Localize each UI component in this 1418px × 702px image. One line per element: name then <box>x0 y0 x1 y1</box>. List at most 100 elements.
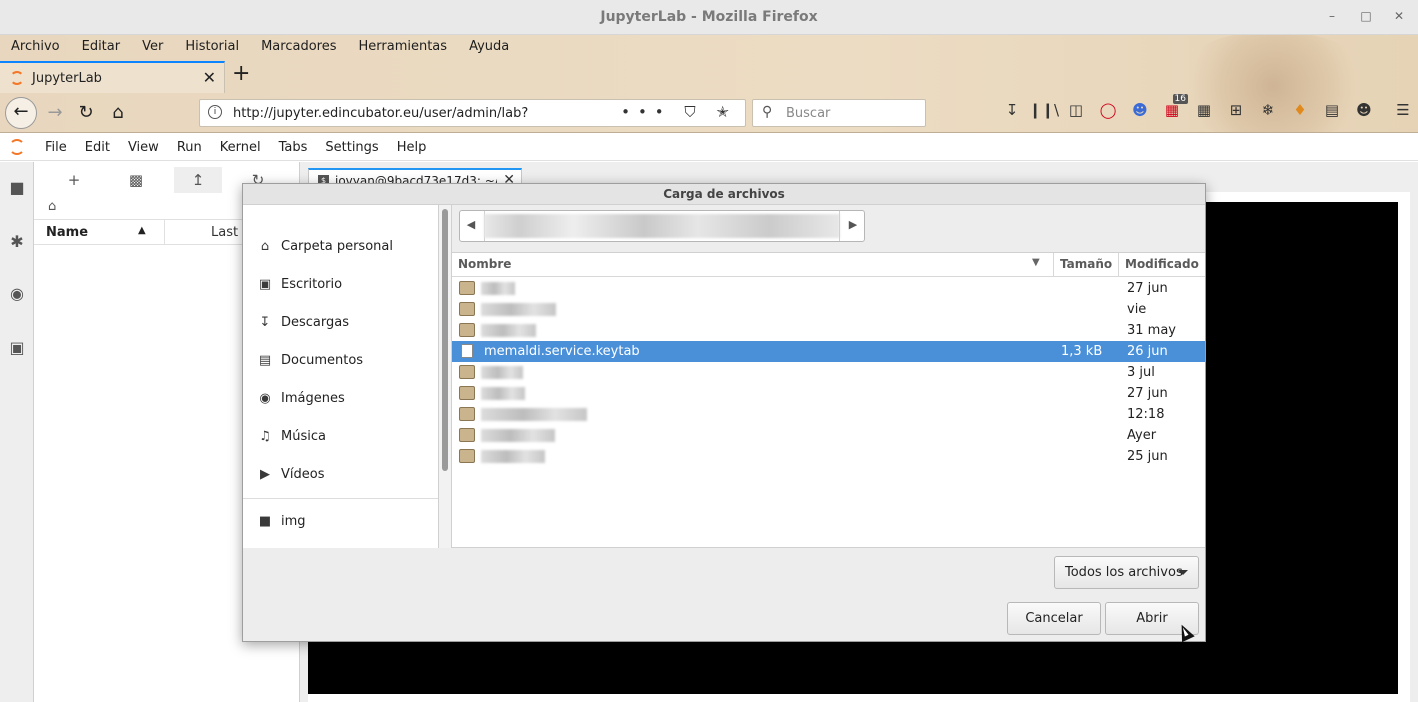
palette-icon[interactable]: ◉ <box>7 284 27 303</box>
jl-menu-edit[interactable]: Edit <box>76 140 119 155</box>
folder-icon <box>459 281 475 295</box>
column-separator <box>1053 253 1054 277</box>
page-extension-icon[interactable]: ▤ <box>1316 101 1348 119</box>
file-row[interactable]: 27 jun <box>452 278 1205 299</box>
column-nombre[interactable]: Nombre <box>458 257 511 271</box>
sort-down-icon: ▼ <box>1032 257 1040 268</box>
folder-icon <box>459 428 475 442</box>
new-folder-button[interactable]: ▩ <box>112 167 160 193</box>
maximize-button[interactable]: □ <box>1358 9 1374 23</box>
scrollbar-thumb[interactable] <box>442 209 448 471</box>
menu-herramientas[interactable]: Herramientas <box>348 35 459 59</box>
column-modificado[interactable]: Modificado <box>1125 257 1199 271</box>
place-label: Carpeta personal <box>281 239 393 254</box>
place-desktop[interactable]: ▣ Escritorio <box>243 270 438 300</box>
music-icon: ♫ <box>259 429 271 444</box>
cancel-button[interactable]: Cancelar <box>1007 602 1101 635</box>
path-separator <box>839 211 840 241</box>
menu-editar[interactable]: Editar <box>71 35 132 59</box>
snowflake-extension-icon[interactable]: ❄ <box>1252 101 1284 119</box>
grid-extension-icon[interactable]: ▦ <box>1188 101 1220 119</box>
account-icon[interactable]: ☻ <box>1348 101 1380 119</box>
place-tmp[interactable]: ■ tmp <box>243 545 438 548</box>
menu-marcadores[interactable]: Marcadores <box>250 35 347 59</box>
path-right-arrow-icon[interactable]: ▶ <box>842 218 864 231</box>
hamburger-menu-icon[interactable]: ☰ <box>1387 101 1418 119</box>
jl-menu-file[interactable]: File <box>36 140 76 155</box>
place-videos[interactable]: ▶ Vídeos <box>243 460 438 490</box>
dialog-title: Carga de archivos <box>243 184 1205 205</box>
folder-icon[interactable]: ■ <box>7 178 27 197</box>
file-modified: 27 jun <box>1127 386 1168 401</box>
download-icon: ↧ <box>259 315 271 330</box>
browser-tab-jupyterlab[interactable]: JupyterLab ✕ <box>0 61 225 93</box>
close-window-button[interactable]: ✕ <box>1391 9 1407 23</box>
file-row[interactable]: vie <box>452 299 1205 320</box>
file-row[interactable]: 31 may <box>452 320 1205 341</box>
site-info-icon[interactable]: i <box>208 105 222 119</box>
ghostery-extension-icon[interactable]: ☻ <box>1124 101 1156 119</box>
new-tab-button[interactable]: + <box>232 61 250 86</box>
new-launcher-button[interactable]: + <box>50 167 98 193</box>
menu-ver[interactable]: Ver <box>131 35 174 59</box>
url-text[interactable]: http://jupyter.edincubator.eu/user/admin… <box>233 106 528 121</box>
jupyter-favicon-icon <box>10 71 24 85</box>
place-img[interactable]: ■ img <box>243 507 438 537</box>
place-pictures[interactable]: ◉ Imágenes <box>243 384 438 414</box>
fox-extension-icon[interactable]: ♦ <box>1284 101 1316 119</box>
path-left-arrow-icon[interactable]: ◀ <box>460 218 482 231</box>
place-downloads[interactable]: ↧ Descargas <box>243 308 438 338</box>
crop-extension-icon[interactable]: ⊞ <box>1220 101 1252 119</box>
minimize-button[interactable]: – <box>1324 9 1340 23</box>
search-bar[interactable]: ⚲ Buscar <box>752 99 926 127</box>
place-label: Música <box>281 429 326 444</box>
close-tab-icon[interactable]: ✕ <box>203 68 216 87</box>
menu-ayuda[interactable]: Ayuda <box>458 35 520 59</box>
jl-menu-help[interactable]: Help <box>388 140 436 155</box>
file-row[interactable]: memaldi.service.keytab 1,3 kB 26 jun <box>452 341 1205 362</box>
reload-button[interactable]: ↻ <box>71 99 101 129</box>
upload-button[interactable]: ↥ <box>174 167 222 193</box>
running-icon[interactable]: ✱ <box>7 232 27 251</box>
file-modified: Ayer <box>1127 428 1157 443</box>
home-icon[interactable]: ⌂ <box>48 199 56 214</box>
page-actions[interactable]: ••• ⛉ ✭ <box>621 103 737 121</box>
opera-extension-icon[interactable]: ◯ <box>1092 101 1124 119</box>
jl-menu-run[interactable]: Run <box>168 140 211 155</box>
menu-historial[interactable]: Historial <box>174 35 250 59</box>
file-name-redacted <box>481 282 515 295</box>
places-scrollbar[interactable] <box>439 205 452 548</box>
calendar-extension-icon[interactable]: ▦ 16 <box>1156 94 1188 119</box>
file-row[interactable]: Ayer <box>452 425 1205 446</box>
jl-menu-view[interactable]: View <box>119 140 168 155</box>
file-row[interactable]: 3 jul <box>452 362 1205 383</box>
place-music[interactable]: ♫ Música <box>243 422 438 452</box>
back-button[interactable]: ← <box>5 97 37 129</box>
file-upload-dialog: Carga de archivos ⌂ Carpeta personal ▣ E… <box>242 183 1206 642</box>
home-icon[interactable]: ⌂ <box>103 99 133 129</box>
column-tamano[interactable]: Tamaño <box>1060 257 1112 271</box>
place-home[interactable]: ⌂ Carpeta personal <box>243 232 438 262</box>
file-type-filter[interactable]: Todos los archivos <box>1054 556 1199 589</box>
file-row[interactable]: 12:18 <box>452 404 1205 425</box>
sidebar-icon[interactable]: ◫ <box>1060 101 1092 119</box>
home-icon: ⌂ <box>260 239 270 254</box>
place-label: Descargas <box>281 315 350 330</box>
tabs-icon[interactable]: ▣ <box>7 338 27 357</box>
column-name[interactable]: Name <box>46 225 88 240</box>
file-row[interactable]: 25 jun <box>452 446 1205 467</box>
library-icon[interactable]: ❙❙\ <box>1028 101 1060 119</box>
place-documents[interactable]: ▤ Documentos <box>243 346 438 376</box>
places-sidebar: ⌂ Carpeta personal ▣ Escritorio ↧ Descar… <box>243 205 439 548</box>
chevron-down-icon <box>1178 570 1188 575</box>
menu-archivo[interactable]: Archivo <box>0 35 71 59</box>
file-row[interactable]: 27 jun <box>452 383 1205 404</box>
jl-menu-kernel[interactable]: Kernel <box>211 140 270 155</box>
jl-menu-tabs[interactable]: Tabs <box>270 140 317 155</box>
path-segments-redacted[interactable] <box>484 214 840 238</box>
forward-button[interactable]: → <box>40 99 70 129</box>
url-bar[interactable]: i http://jupyter.edincubator.eu/user/adm… <box>199 99 746 127</box>
filter-label: Todos los archivos <box>1065 565 1183 580</box>
jl-menu-settings[interactable]: Settings <box>316 140 387 155</box>
downloads-icon[interactable]: ↧ <box>996 101 1028 119</box>
